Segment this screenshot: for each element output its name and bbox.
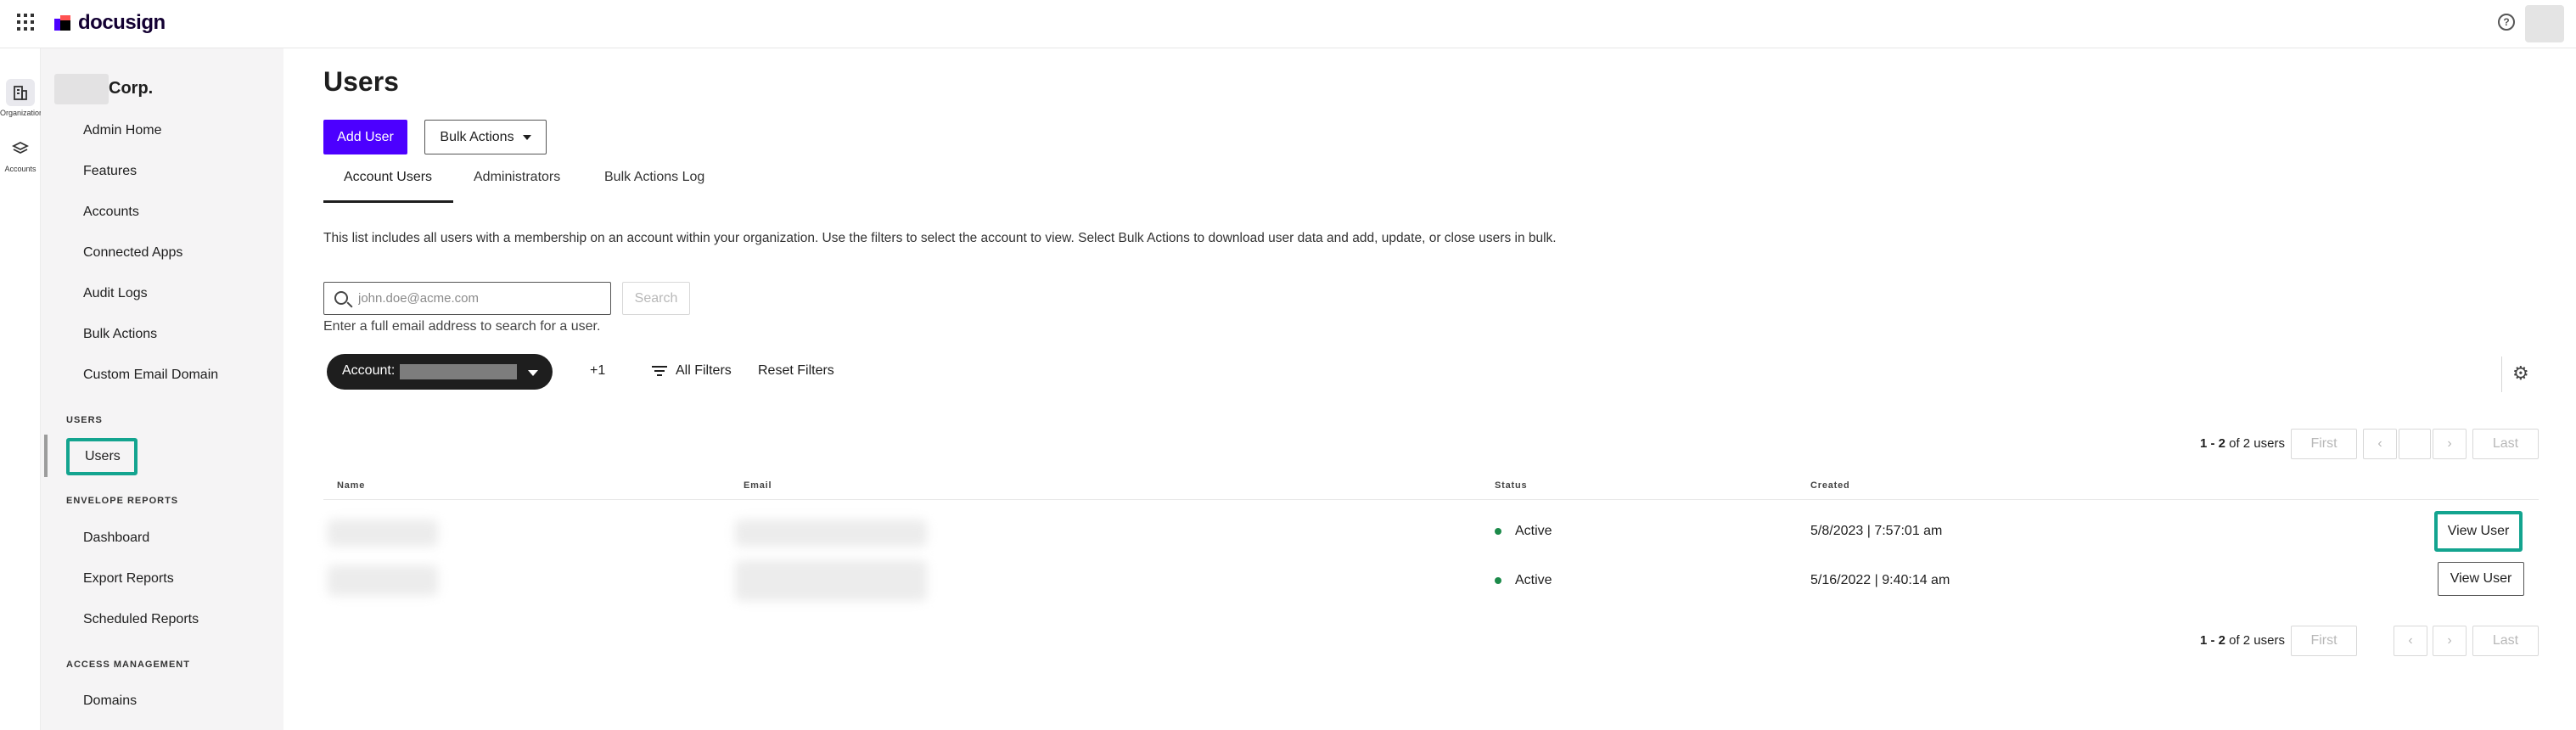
- help-icon[interactable]: ?: [2498, 14, 2515, 31]
- next-page-button[interactable]: ›: [2433, 429, 2467, 459]
- sidebar-item-users-label: Users: [85, 449, 121, 463]
- sidebar-item-accounts[interactable]: Accounts: [83, 205, 139, 220]
- section-users-title: USERS: [66, 415, 103, 425]
- created-date: 5/16/2022 | 9:40:14 am: [1810, 573, 1950, 587]
- top-bar: docusign ?: [0, 0, 2576, 48]
- pagination-range: 1 - 2: [2199, 633, 2225, 648]
- divider: [2501, 357, 2502, 392]
- brand-name: docusign: [78, 11, 166, 34]
- sidebar-item-features[interactable]: Features: [83, 164, 137, 179]
- column-header-status[interactable]: Status: [1495, 480, 1527, 491]
- status-label: Active: [1515, 524, 1552, 538]
- search-icon: [334, 291, 348, 305]
- header-divider: [323, 499, 2539, 500]
- bulk-actions-button[interactable]: Bulk Actions: [424, 120, 547, 154]
- all-filters-label: All Filters: [676, 363, 732, 378]
- view-user-button[interactable]: View User: [2438, 514, 2519, 548]
- page-description: This list includes all users with a memb…: [323, 231, 1557, 245]
- first-page-button[interactable]: First: [2291, 429, 2357, 459]
- column-header-created[interactable]: Created: [1810, 480, 1850, 491]
- rail-item-label: Organization: [0, 109, 44, 117]
- sidebar-item-audit-logs[interactable]: Audit Logs: [83, 286, 148, 301]
- next-page-button-alt: [2399, 429, 2431, 459]
- nav-rail: Organization Accounts: [0, 48, 44, 730]
- sidebar: Corp. Admin Home Features Accounts Conne…: [41, 48, 283, 730]
- section-access-management-title: ACCESS MANAGEMENT: [66, 660, 190, 670]
- status-label: Active: [1515, 573, 1552, 587]
- account-filter-chip[interactable]: Account:: [327, 354, 553, 390]
- redacted-email: [735, 560, 927, 601]
- prev-page-button[interactable]: ‹: [2363, 429, 2397, 459]
- pagination-count-top: 1 - 2 of 2 users: [2200, 429, 2285, 459]
- rail-item-label: Accounts: [4, 165, 36, 173]
- pagination-total: of 2 users: [2229, 633, 2285, 648]
- avatar[interactable]: [2525, 5, 2564, 42]
- gear-icon[interactable]: ⚙: [2512, 364, 2529, 383]
- pagination-total: of 2 users: [2229, 436, 2285, 451]
- status-badge: Active: [1495, 524, 1552, 539]
- created-date: 5/8/2023 | 7:57:01 am: [1810, 524, 1943, 538]
- column-header-name[interactable]: Name: [337, 480, 365, 491]
- pagination-count-bottom: 1 - 2 of 2 users: [2200, 626, 2285, 656]
- sidebar-item-scheduled-reports[interactable]: Scheduled Reports: [83, 612, 199, 627]
- app-launcher-icon[interactable]: [17, 14, 34, 31]
- next-page-button[interactable]: ›: [2433, 626, 2467, 656]
- active-indicator: [44, 435, 48, 477]
- first-page-button[interactable]: First: [2291, 626, 2357, 656]
- last-page-button[interactable]: Last: [2472, 429, 2539, 459]
- tab-bar: Account Users Administrators Bulk Action…: [323, 166, 2539, 204]
- sidebar-item-admin-home[interactable]: Admin Home: [83, 123, 161, 138]
- sidebar-item-bulk-actions[interactable]: Bulk Actions: [83, 327, 157, 342]
- bulk-actions-label: Bulk Actions: [440, 129, 514, 144]
- last-page-button[interactable]: Last: [2472, 626, 2539, 656]
- tab-bulk-actions-log[interactable]: Bulk Actions Log: [604, 166, 704, 204]
- chevron-down-icon: [528, 370, 538, 376]
- search-input[interactable]: [358, 284, 604, 313]
- view-user-button[interactable]: View User: [2438, 562, 2524, 596]
- column-header-email[interactable]: Email: [744, 480, 772, 491]
- rail-item-accounts[interactable]: Accounts: [0, 135, 41, 173]
- chevron-down-icon: [522, 134, 531, 140]
- sidebar-item-domains[interactable]: Domains: [83, 694, 137, 709]
- org-logo: [54, 74, 109, 104]
- pagination-range: 1 - 2: [2199, 436, 2225, 451]
- add-user-button[interactable]: Add User: [323, 120, 407, 154]
- sidebar-item-connected-apps[interactable]: Connected Apps: [83, 245, 182, 261]
- search-hint: Enter a full email address to search for…: [323, 319, 601, 334]
- all-filters-button[interactable]: All Filters: [652, 363, 732, 379]
- redacted-name: [328, 519, 438, 547]
- redacted-email: [735, 519, 927, 547]
- tab-administrators[interactable]: Administrators: [474, 166, 560, 204]
- sidebar-item-dashboard[interactable]: Dashboard: [83, 531, 149, 546]
- redacted-account-name: [400, 364, 517, 379]
- active-tab-underline: [323, 200, 453, 203]
- extra-filters-count[interactable]: +1: [590, 363, 605, 379]
- org-name: Corp.: [109, 79, 154, 98]
- docusign-logo[interactable]: docusign: [54, 10, 166, 36]
- sidebar-item-export-reports[interactable]: Export Reports: [83, 571, 174, 587]
- search-field: [323, 282, 611, 315]
- section-envelope-reports-title: ENVELOPE REPORTS: [66, 496, 179, 506]
- prev-page-button[interactable]: ‹: [2394, 626, 2427, 656]
- status-badge: Active: [1495, 573, 1552, 588]
- sidebar-item-custom-email-domain[interactable]: Custom Email Domain: [83, 368, 218, 383]
- docusign-logo-icon: [54, 14, 73, 32]
- tab-account-users[interactable]: Account Users: [344, 166, 432, 204]
- search-button[interactable]: Search: [622, 282, 690, 315]
- page-title: Users: [323, 66, 399, 97]
- status-dot-icon: [1495, 528, 1501, 535]
- layers-icon: [6, 135, 35, 162]
- filter-icon: [652, 365, 667, 377]
- rail-item-organization[interactable]: Organization: [0, 79, 44, 117]
- status-dot-icon: [1495, 577, 1501, 584]
- reset-filters-button[interactable]: Reset Filters: [758, 363, 834, 379]
- building-icon: [6, 79, 35, 106]
- redacted-name: [328, 565, 438, 596]
- sidebar-item-users[interactable]: Users: [66, 438, 137, 475]
- account-filter-label: Account:: [342, 363, 396, 378]
